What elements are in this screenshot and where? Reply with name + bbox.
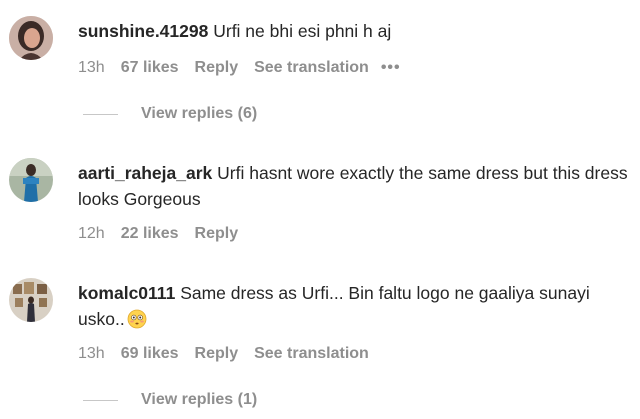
comment-time: 12h xyxy=(78,225,105,242)
comment-text-line: komalc0111 Same dress as Urfi... Bin fal… xyxy=(78,280,630,332)
comment-likes[interactable]: 67 likes xyxy=(121,59,179,77)
comment-likes[interactable]: 69 likes xyxy=(121,345,179,363)
comment-text-line: aarti_raheja_ark Urfi hasnt wore exactly… xyxy=(78,160,630,212)
comment-meta: 12h 22 likes Reply xyxy=(78,224,630,244)
avatar[interactable] xyxy=(9,158,53,202)
view-replies-button[interactable]: View replies (1) xyxy=(83,391,257,409)
reply-button[interactable]: Reply xyxy=(195,345,239,363)
comment-username[interactable]: komalc0111 xyxy=(78,283,175,303)
view-replies-label: View replies (6) xyxy=(141,105,258,122)
more-options-icon[interactable]: ••• xyxy=(381,59,401,77)
comment-time: 13h xyxy=(78,345,105,362)
replies-divider xyxy=(83,113,118,115)
avatar[interactable] xyxy=(9,16,53,60)
comment-text-line: sunshine.41298 Urfi ne bhi esi phni h aj xyxy=(78,18,630,44)
avatar-image-icon xyxy=(9,158,53,202)
replies-divider xyxy=(83,399,118,401)
flushed-face-emoji-icon xyxy=(127,309,147,329)
see-translation-button[interactable]: See translation xyxy=(254,345,369,363)
see-translation-button[interactable]: See translation xyxy=(254,59,369,77)
comment-meta: 13h 67 likes Reply See translation ••• xyxy=(78,58,630,78)
avatar-image-icon xyxy=(9,16,53,60)
comment-time: 13h xyxy=(78,59,105,76)
comment-username[interactable]: aarti_raheja_ark xyxy=(78,163,212,183)
comment-likes[interactable]: 22 likes xyxy=(121,225,179,243)
reply-button[interactable]: Reply xyxy=(195,59,239,77)
comment-meta: 13h 69 likes Reply See translation xyxy=(78,344,630,364)
view-replies-label: View replies (1) xyxy=(141,391,258,408)
reply-button[interactable]: Reply xyxy=(195,225,239,243)
view-replies-button[interactable]: View replies (6) xyxy=(83,105,257,123)
comment-text: Urfi ne bhi esi phni h aj xyxy=(213,21,392,41)
avatar[interactable] xyxy=(9,278,53,322)
avatar-image-icon xyxy=(9,278,53,322)
comment-username[interactable]: sunshine.41298 xyxy=(78,21,208,41)
